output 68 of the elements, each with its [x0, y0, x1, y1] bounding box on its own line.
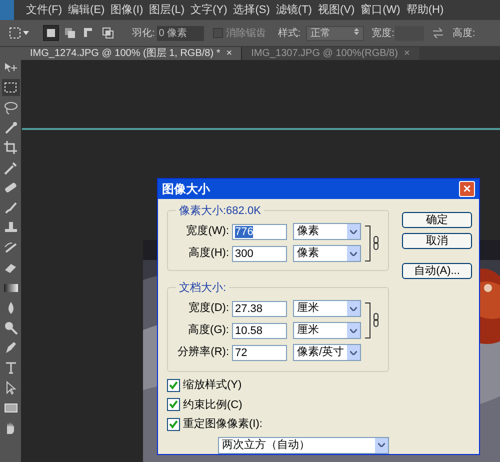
menu-item[interactable]: 视图(V)	[318, 2, 355, 18]
antialias-label: 消除锯齿	[226, 26, 266, 40]
selection-mode-icon	[44, 26, 58, 40]
field-label: 宽度(D):	[188, 300, 230, 316]
selection-mode-button[interactable]	[62, 25, 78, 41]
tool-button[interactable]	[2, 79, 20, 96]
number-field[interactable]: 300	[232, 246, 287, 262]
dodge-tool-icon	[2, 320, 18, 336]
unit-select[interactable]: 像素	[293, 223, 361, 240]
selection-mode-icon	[63, 26, 77, 40]
document-tab[interactable]: IMG_1307.JPG @ 100%(RGB/8) ×	[241, 47, 419, 60]
dialog-button[interactable]: 确定	[402, 212, 472, 228]
checkbox[interactable]	[167, 398, 180, 412]
feather-label: 羽化:	[132, 26, 155, 40]
tool-button[interactable]	[2, 139, 20, 156]
field-label: 宽度(W):	[185, 224, 230, 240]
checkbox-label: 约束比例(C)	[183, 398, 242, 412]
style-select[interactable]: 正常	[306, 26, 364, 40]
field-label: 高度(H):	[188, 246, 230, 262]
close-button[interactable]: ×	[459, 181, 475, 197]
menu-item[interactable]: 文字(Y)	[190, 2, 228, 18]
history-brush-tool-icon	[2, 240, 18, 256]
field-label: 高度(G):	[187, 322, 230, 338]
unit-select[interactable]: 像素/英寸	[293, 344, 361, 361]
menu-item[interactable]: 选择(S)	[233, 2, 270, 18]
antialias-checkbox[interactable]	[212, 28, 223, 38]
checkbox-label: 缩放样式(Y)	[183, 378, 242, 393]
eyedropper-tool-icon	[2, 160, 18, 176]
checkbox[interactable]	[167, 418, 180, 431]
style-label: 样式:	[278, 26, 301, 40]
menu-item[interactable]: 滤镜(T)	[276, 2, 312, 18]
checkbox[interactable]	[167, 378, 180, 392]
menu-item[interactable]: 编辑(E)	[68, 2, 105, 18]
marquee-tool-icon	[2, 80, 18, 96]
menu-item[interactable]: 文件(F)	[26, 2, 62, 18]
width-label: 宽度:	[372, 26, 394, 40]
lasso-tool-icon	[2, 100, 18, 116]
number-field[interactable]: 27.38	[232, 300, 287, 316]
unit-select[interactable]: 像素	[293, 245, 361, 262]
swap-icon[interactable]	[432, 27, 444, 39]
dialog-button[interactable]: 自动(A)...	[402, 263, 472, 279]
resample-select[interactable]: 两次立方（自动）	[218, 436, 389, 454]
unit-select[interactable]: 厘米	[293, 300, 361, 317]
menu-item[interactable]: 帮助(H)	[406, 2, 444, 18]
field-label: 分辨率(R):	[176, 344, 230, 360]
menu-item[interactable]: 窗口(W)	[360, 2, 400, 18]
tab-close-button[interactable]: ×	[404, 48, 410, 60]
tab-close-button[interactable]: ×	[226, 48, 232, 60]
selection-mode-button[interactable]	[100, 25, 116, 41]
number-field[interactable]: 72	[232, 344, 287, 360]
app-logo-icon	[0, 0, 14, 20]
dialog-button[interactable]: 取消	[402, 233, 472, 249]
document-tab[interactable]: IMG_1274.JPG @ 100% (图层 1, RGB/8) * ×	[21, 47, 242, 60]
menu-item[interactable]: 图层(L)	[149, 2, 185, 18]
dialog-title: 图像大小	[162, 181, 210, 198]
number-field[interactable]: 776	[232, 224, 287, 240]
selection-mode-icon	[101, 26, 115, 40]
crop-tool-icon	[2, 140, 18, 156]
number-field[interactable]: 10.58	[232, 322, 287, 338]
brush-tool-icon	[2, 200, 18, 216]
selection-mode-button[interactable]	[43, 25, 59, 41]
quick-select-tool-icon	[2, 120, 18, 136]
height-label: 高度:	[452, 26, 476, 40]
menu-item[interactable]: 图像(I)	[110, 2, 144, 18]
checkbox-label: 重定图像像素(I):	[183, 416, 262, 432]
feather-field[interactable]: 0 像素	[156, 26, 204, 40]
tool-button[interactable]	[2, 99, 20, 116]
unit-select[interactable]: 厘米	[293, 322, 361, 339]
